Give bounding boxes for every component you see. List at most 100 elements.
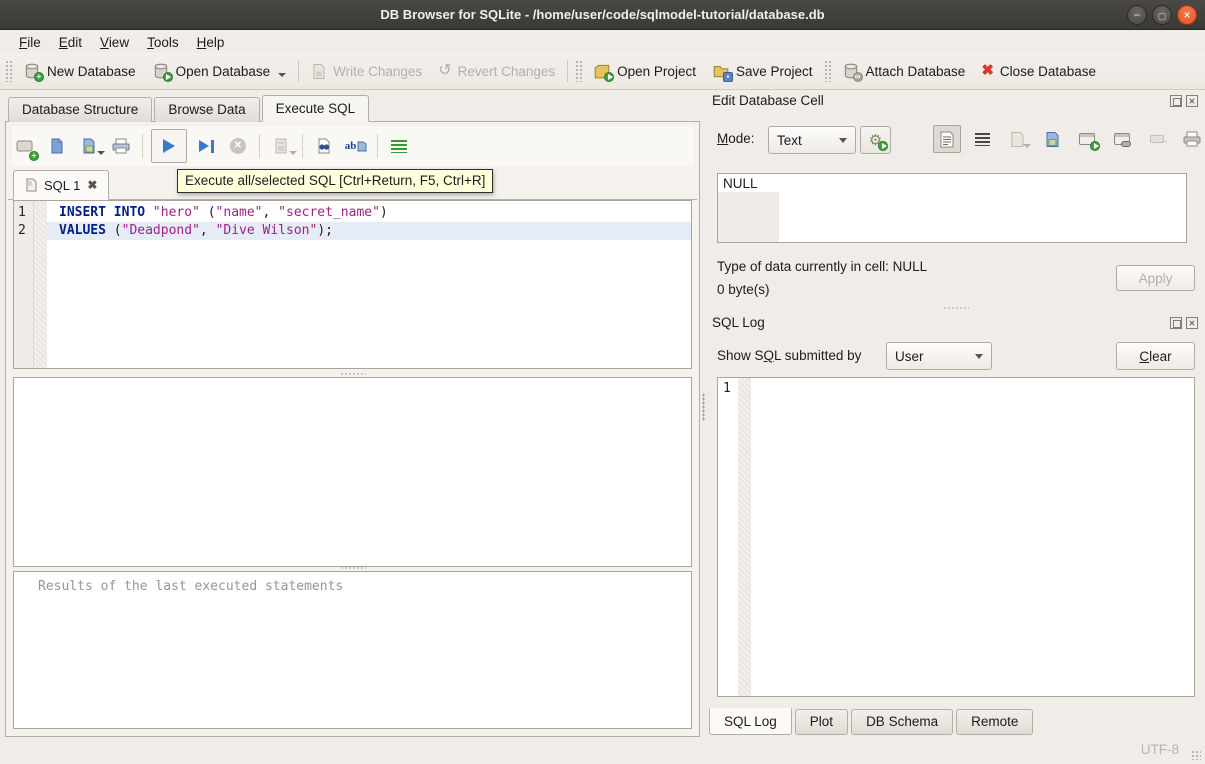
menu-edit[interactable]: Edit bbox=[50, 33, 91, 52]
editor-code-area[interactable]: INSERT INTO "hero" ("name", "secret_name… bbox=[47, 201, 691, 368]
main-vertical-splitter[interactable] bbox=[702, 393, 705, 421]
grid-messages-splitter[interactable] bbox=[13, 564, 692, 571]
set-null-button bbox=[1143, 125, 1171, 153]
dock-splitter[interactable] bbox=[717, 305, 1195, 311]
stop-execution-button: ✕ bbox=[225, 133, 251, 159]
combo-arrow-icon bbox=[975, 354, 983, 359]
save-results-button bbox=[268, 133, 294, 159]
sql-file-icon bbox=[25, 178, 37, 192]
sql-1-tab[interactable]: SQL 1 ✖ bbox=[13, 170, 109, 200]
submitted-by-value: User bbox=[895, 349, 924, 364]
close-icon: × bbox=[1183, 8, 1190, 22]
clear-log-button[interactable]: Clear bbox=[1116, 342, 1195, 370]
window-controls: − ▢ × bbox=[1127, 5, 1197, 25]
submitted-by-combobox[interactable]: User bbox=[886, 342, 992, 370]
text-mode-button[interactable] bbox=[933, 125, 961, 153]
toolbar-separator bbox=[298, 60, 299, 82]
menu-help[interactable]: Help bbox=[188, 33, 234, 52]
new-database-button[interactable]: + New Database bbox=[15, 58, 144, 84]
results-grid-panel[interactable] bbox=[13, 377, 692, 567]
new-sql-tab-button[interactable]: + bbox=[12, 133, 38, 159]
close-database-button[interactable]: ✖ Close Database bbox=[973, 59, 1104, 83]
print-cell-button[interactable] bbox=[1178, 125, 1205, 153]
editor-line-numbers: 1 2 bbox=[14, 201, 34, 368]
find-button[interactable] bbox=[311, 133, 337, 159]
set-null-icon bbox=[1150, 135, 1164, 143]
resize-grip-icon[interactable] bbox=[1191, 750, 1201, 760]
editor-fold-margin bbox=[34, 201, 47, 368]
app-window: DB Browser for SQLite - /home/user/code/… bbox=[0, 0, 1205, 764]
open-sql-file-button[interactable] bbox=[44, 133, 70, 159]
results-placeholder: Results of the last executed statements bbox=[14, 572, 691, 594]
execute-all-button[interactable] bbox=[151, 129, 187, 163]
write-changes-icon bbox=[311, 63, 327, 80]
tab-db-schema[interactable]: DB Schema bbox=[851, 709, 953, 735]
apply-button: Apply bbox=[1116, 265, 1195, 291]
stop-icon: ✕ bbox=[230, 138, 246, 154]
tab-browse-data[interactable]: Browse Data bbox=[154, 97, 259, 122]
mode-combobox[interactable]: Text bbox=[768, 126, 856, 154]
toolbar-handle[interactable] bbox=[575, 60, 582, 82]
import-dropdown-icon bbox=[1023, 144, 1031, 148]
tab-database-structure[interactable]: Database Structure bbox=[8, 97, 152, 122]
dock-float-icon[interactable] bbox=[1170, 317, 1182, 329]
open-database-icon bbox=[152, 62, 170, 80]
format-sql-button[interactable] bbox=[386, 133, 412, 159]
open-database-dropdown-icon[interactable] bbox=[278, 73, 286, 77]
menu-file[interactable]: File bbox=[10, 33, 50, 52]
edit-cell-dock-title: Edit Database Cell bbox=[712, 93, 824, 108]
word-wrap-button[interactable] bbox=[968, 125, 996, 153]
apply-settings-button[interactable]: ⚙ bbox=[860, 126, 891, 154]
dock-close-icon[interactable]: ✕ bbox=[1186, 95, 1198, 107]
editor-results-splitter[interactable] bbox=[13, 370, 692, 377]
maximize-button[interactable]: ▢ bbox=[1152, 5, 1172, 25]
edit-cell-dock-controls: ✕ bbox=[1170, 95, 1198, 107]
save-project-button[interactable]: ▪ Save Project bbox=[704, 58, 821, 84]
menu-tools[interactable]: Tools bbox=[138, 33, 188, 52]
dock-tabbar: SQL Log Plot DB Schema Remote bbox=[709, 709, 1036, 735]
open-project-button[interactable]: Open Project bbox=[585, 58, 704, 84]
word-wrap-icon bbox=[975, 133, 990, 146]
code-line-2: VALUES ("Deadpond", "Dive Wilson"); bbox=[47, 222, 691, 240]
cell-size-info: 0 byte(s) bbox=[717, 282, 770, 297]
encoding-indicator[interactable]: UTF-8 bbox=[1141, 742, 1179, 757]
open-project-icon bbox=[593, 62, 611, 80]
tab-execute-sql[interactable]: Execute SQL bbox=[262, 95, 370, 122]
revert-changes-button: ↺ Revert Changes bbox=[430, 59, 563, 83]
tab-remote[interactable]: Remote bbox=[956, 709, 1033, 735]
code-line-1: INSERT INTO "hero" ("name", "secret_name… bbox=[47, 204, 691, 222]
open-database-button[interactable]: Open Database bbox=[144, 58, 295, 84]
print-sql-button[interactable] bbox=[108, 133, 134, 159]
copy-link-button[interactable] bbox=[1108, 125, 1136, 153]
titlebar[interactable]: DB Browser for SQLite - /home/user/code/… bbox=[0, 0, 1205, 30]
dock-close-icon[interactable]: ✕ bbox=[1186, 317, 1198, 329]
minimize-button[interactable]: − bbox=[1127, 5, 1147, 25]
sql-tab-close-icon[interactable]: ✖ bbox=[87, 178, 97, 192]
execute-tooltip: Execute all/selected SQL [Ctrl+Return, F… bbox=[177, 169, 493, 193]
main-tabbar: Database Structure Browse Data Execute S… bbox=[8, 97, 371, 122]
save-sql-dropdown-icon[interactable] bbox=[97, 151, 105, 155]
sql-tab-label: SQL 1 bbox=[44, 178, 80, 193]
tab-plot[interactable]: Plot bbox=[795, 709, 848, 735]
toolbar-handle[interactable] bbox=[824, 60, 831, 82]
close-button[interactable]: × bbox=[1177, 5, 1197, 25]
attach-database-button[interactable]: ∞ Attach Database bbox=[834, 58, 974, 84]
save-sql-file-button[interactable] bbox=[76, 133, 102, 159]
replace-button[interactable]: ab bbox=[343, 133, 369, 159]
close-database-icon: ✖ bbox=[981, 63, 994, 79]
execute-line-button[interactable] bbox=[193, 133, 219, 159]
cell-value-editor[interactable]: NULL bbox=[717, 173, 1187, 243]
export-cell-button[interactable] bbox=[1038, 125, 1066, 153]
tab-sql-log[interactable]: SQL Log bbox=[709, 708, 792, 735]
execute-all-icon bbox=[163, 139, 175, 153]
dock-float-icon[interactable] bbox=[1170, 95, 1182, 107]
menu-view[interactable]: View bbox=[91, 33, 138, 52]
maximize-icon: ▢ bbox=[1158, 11, 1167, 21]
toolbar-handle[interactable] bbox=[5, 60, 12, 82]
results-message-panel[interactable]: Results of the last executed statements bbox=[13, 571, 692, 729]
sql-log-view[interactable]: 1 bbox=[717, 377, 1195, 697]
minimize-icon: − bbox=[1133, 8, 1140, 22]
sql-toolbar-separator bbox=[302, 134, 303, 158]
sql-code-editor[interactable]: 1 2 INSERT INTO "hero" ("name", "secret_… bbox=[13, 200, 692, 369]
open-external-button[interactable] bbox=[1073, 125, 1101, 153]
